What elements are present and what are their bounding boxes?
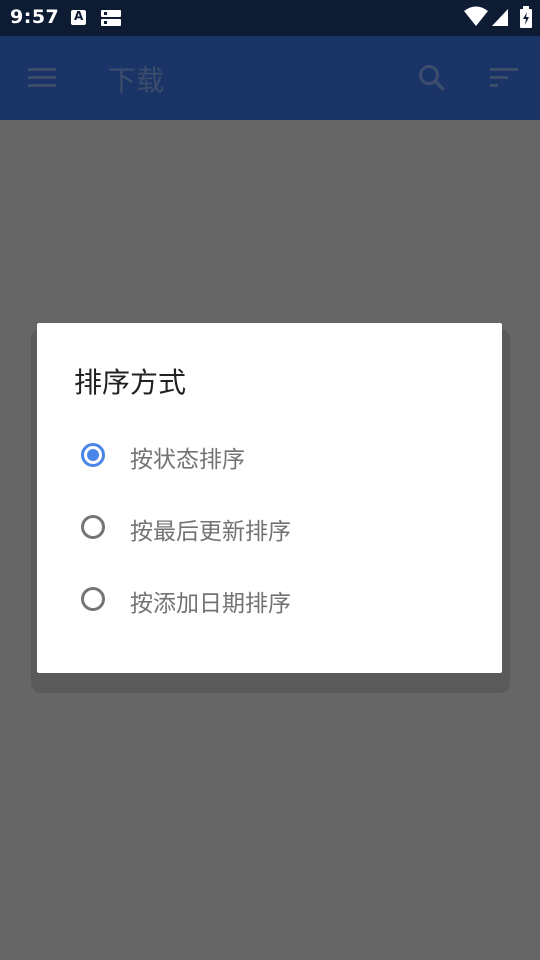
option-label: 按添加日期排序	[130, 591, 291, 617]
wifi-icon	[464, 6, 488, 26]
dialog-title: 排序方式	[74, 366, 187, 399]
sort-option-status[interactable]: 按状态排序	[37, 425, 502, 489]
storage-notification-icon	[101, 10, 121, 26]
status-bar: 9:57	[0, 0, 540, 36]
radio-button-checked[interactable]	[81, 443, 105, 467]
signal-icon	[492, 9, 508, 26]
radio-button[interactable]	[81, 587, 105, 611]
search-icon[interactable]	[418, 64, 446, 92]
sort-icon[interactable]	[490, 68, 518, 90]
option-label: 按最后更新排序	[130, 519, 291, 545]
status-time: 9:57	[10, 6, 60, 28]
app-notification-icon	[71, 9, 86, 25]
battery-charging-icon	[520, 6, 532, 28]
option-label: 按状态排序	[130, 447, 245, 473]
app-bar: 下载	[0, 36, 540, 120]
sort-option-date-added[interactable]: 按添加日期排序	[37, 569, 502, 633]
sort-option-last-updated[interactable]: 按最后更新排序	[37, 497, 502, 561]
sort-dialog: 排序方式 按状态排序 按最后更新排序 按添加日期排序	[37, 323, 502, 673]
menu-icon[interactable]	[28, 68, 56, 88]
page-title: 下载	[108, 64, 165, 97]
radio-button[interactable]	[81, 515, 105, 539]
